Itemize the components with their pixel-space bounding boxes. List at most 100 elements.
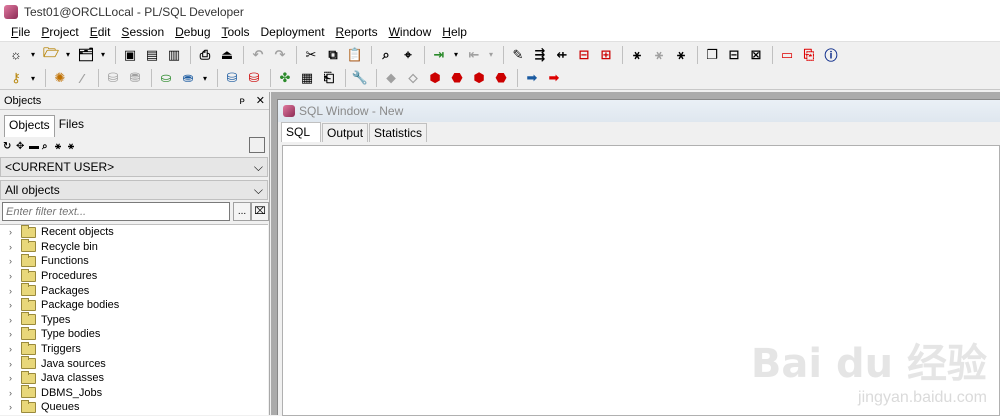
menu-item-window[interactable]: Window bbox=[384, 25, 438, 39]
oracle-icon[interactable]: ▭ bbox=[777, 45, 797, 65]
tab-output[interactable]: Output bbox=[322, 123, 369, 142]
close-icon[interactable]: ✕ bbox=[256, 95, 265, 107]
template-icon[interactable]: ⚹ bbox=[671, 45, 691, 65]
menu-item-deployment[interactable]: Deployment bbox=[256, 25, 331, 39]
explain-icon[interactable]: ⚹ bbox=[649, 45, 669, 65]
reopen-icon[interactable]: 🗂 bbox=[76, 45, 96, 65]
menu-item-debug[interactable]: Debug bbox=[170, 25, 216, 39]
chevron-right-icon[interactable]: › bbox=[9, 359, 21, 369]
session-icon[interactable]: ⛂ bbox=[178, 68, 198, 88]
chevron-right-icon[interactable]: › bbox=[9, 402, 21, 412]
tree-node[interactable]: › Type bodies bbox=[0, 326, 268, 342]
db-icon[interactable]: ⛁ bbox=[222, 68, 242, 88]
options-checkbox[interactable] bbox=[249, 137, 265, 153]
sql-window-titlebar[interactable]: SQL Window - New bbox=[278, 100, 1000, 122]
menu-item-tools[interactable]: Tools bbox=[217, 25, 256, 39]
chevron-right-icon[interactable]: › bbox=[9, 344, 21, 354]
step-icon[interactable]: ⬥ bbox=[381, 68, 401, 88]
menu-item-project[interactable]: Project bbox=[36, 25, 84, 39]
new-dropdown-icon[interactable]: ▾ bbox=[28, 45, 38, 65]
session-dropdown-icon[interactable]: ▾ bbox=[200, 68, 210, 88]
filter-options-button[interactable]: ... bbox=[233, 202, 251, 221]
rollback-icon[interactable]: ⛃ bbox=[125, 68, 145, 88]
run-debug-icon[interactable]: ⬢ bbox=[425, 68, 445, 88]
commit-icon[interactable]: ⛁ bbox=[103, 68, 123, 88]
chevron-right-icon[interactable]: › bbox=[9, 271, 21, 281]
uncomment-icon[interactable]: ⊞ bbox=[596, 45, 616, 65]
refresh-icon[interactable]: ↻ bbox=[3, 141, 16, 152]
tree-node[interactable]: › Package bodies bbox=[0, 297, 268, 313]
filter-clear-icon[interactable]: ⌧ bbox=[251, 202, 269, 221]
tile-icon[interactable]: ⊟ bbox=[724, 45, 744, 65]
add-icon[interactable]: ✥ bbox=[16, 141, 29, 152]
chevron-right-icon[interactable]: › bbox=[9, 242, 21, 252]
tree-node[interactable]: › Procedures bbox=[0, 268, 268, 284]
tab-objects[interactable]: Objects bbox=[4, 115, 55, 137]
tab-files[interactable]: Files bbox=[54, 115, 89, 137]
pin-icon[interactable]: ᴘ bbox=[240, 96, 245, 107]
key-dropdown-icon[interactable]: ▾ bbox=[28, 68, 38, 88]
menu-item-file[interactable]: File bbox=[6, 25, 36, 39]
open-dropdown-icon[interactable]: ▾ bbox=[63, 45, 73, 65]
tree-node[interactable]: › Java classes bbox=[0, 370, 268, 386]
new-icon[interactable]: ☼ bbox=[6, 45, 26, 65]
report-icon[interactable]: ▦ bbox=[297, 68, 317, 88]
tab-sql[interactable]: SQL bbox=[281, 122, 321, 142]
menu-item-reports[interactable]: Reports bbox=[331, 25, 384, 39]
indent-icon[interactable]: ⇶ bbox=[530, 45, 550, 65]
redo-icon[interactable]: ↷ bbox=[270, 45, 290, 65]
chevron-right-icon[interactable]: › bbox=[9, 256, 21, 266]
menu-item-help[interactable]: Help bbox=[437, 25, 473, 39]
chevron-right-icon[interactable]: › bbox=[9, 286, 21, 296]
remove-icon[interactable]: ▬ bbox=[29, 141, 42, 152]
debug-icon[interactable]: ✺ bbox=[50, 68, 70, 88]
red-arrow-icon[interactable]: ➡ bbox=[544, 68, 564, 88]
user-combo[interactable]: <CURRENT USER> ⌵ bbox=[0, 157, 268, 177]
watch-icon[interactable]: ⬢ bbox=[469, 68, 489, 88]
tree-node[interactable]: › Queues bbox=[0, 399, 268, 415]
tree-node[interactable]: › Recycle bin bbox=[0, 239, 268, 255]
undo-icon[interactable]: ↶ bbox=[248, 45, 268, 65]
execute-dropdown-icon[interactable]: ▾ bbox=[451, 45, 461, 65]
breakpoint-icon[interactable]: ⬣ bbox=[447, 68, 467, 88]
forward-arrow-icon[interactable]: ➡ bbox=[522, 68, 542, 88]
filter-icon[interactable]: ⚹ bbox=[55, 141, 68, 152]
chevron-right-icon[interactable]: › bbox=[9, 300, 21, 310]
print-setup-icon[interactable]: ⏏ bbox=[217, 45, 237, 65]
tab-statistics[interactable]: Statistics bbox=[369, 123, 428, 142]
pdf-icon[interactable]: ⎘ bbox=[799, 45, 819, 65]
reopen-dropdown-icon[interactable]: ▾ bbox=[98, 45, 108, 65]
tree-node[interactable]: › Recent objects bbox=[0, 225, 268, 240]
step-over-icon[interactable]: ⬦ bbox=[403, 68, 423, 88]
stop-icon[interactable]: ⇤ bbox=[464, 45, 484, 65]
filter-input[interactable] bbox=[2, 202, 230, 221]
key-icon[interactable]: ⚷ bbox=[6, 68, 26, 88]
connect-icon[interactable]: ⛀ bbox=[156, 68, 176, 88]
save-as-icon[interactable]: ▤ bbox=[142, 45, 162, 65]
save-all-icon[interactable]: ▥ bbox=[164, 45, 184, 65]
save-icon[interactable]: ▣ bbox=[120, 45, 140, 65]
tree-node[interactable]: › Types bbox=[0, 312, 268, 328]
tree-node[interactable]: › Triggers bbox=[0, 341, 268, 357]
comment-icon[interactable]: ⊟ bbox=[574, 45, 594, 65]
debug-disabled-icon[interactable]: ⁄ bbox=[72, 68, 92, 88]
sql-editor[interactable]: Bai du 经验 jingyan.baidu.com bbox=[282, 145, 1000, 416]
describe-icon[interactable]: ✎ bbox=[508, 45, 528, 65]
paste-icon[interactable]: 📋 bbox=[345, 45, 365, 65]
stop-dropdown-icon[interactable]: ▾ bbox=[486, 45, 496, 65]
chevron-right-icon[interactable]: › bbox=[9, 388, 21, 398]
find-replace-icon[interactable]: ⌖ bbox=[398, 45, 418, 65]
menu-item-session[interactable]: Session bbox=[116, 25, 170, 39]
chevron-right-icon[interactable]: › bbox=[9, 315, 21, 325]
chevron-right-icon[interactable]: › bbox=[9, 329, 21, 339]
tree-node[interactable]: › Functions bbox=[0, 253, 268, 269]
filter-edit-icon[interactable]: ⚹ bbox=[68, 141, 81, 152]
db-disconnect-icon[interactable]: ⛁ bbox=[244, 68, 264, 88]
tree-node[interactable]: › Java sources bbox=[0, 356, 268, 371]
query-icon[interactable]: ⚹ bbox=[627, 45, 647, 65]
menu-item-edit[interactable]: Edit bbox=[85, 25, 117, 39]
info-icon[interactable]: ⓘ bbox=[821, 45, 841, 65]
find-icon[interactable]: ⌕ bbox=[42, 141, 55, 152]
tree-node[interactable]: › Packages bbox=[0, 283, 268, 298]
chevron-right-icon[interactable]: › bbox=[9, 227, 21, 237]
